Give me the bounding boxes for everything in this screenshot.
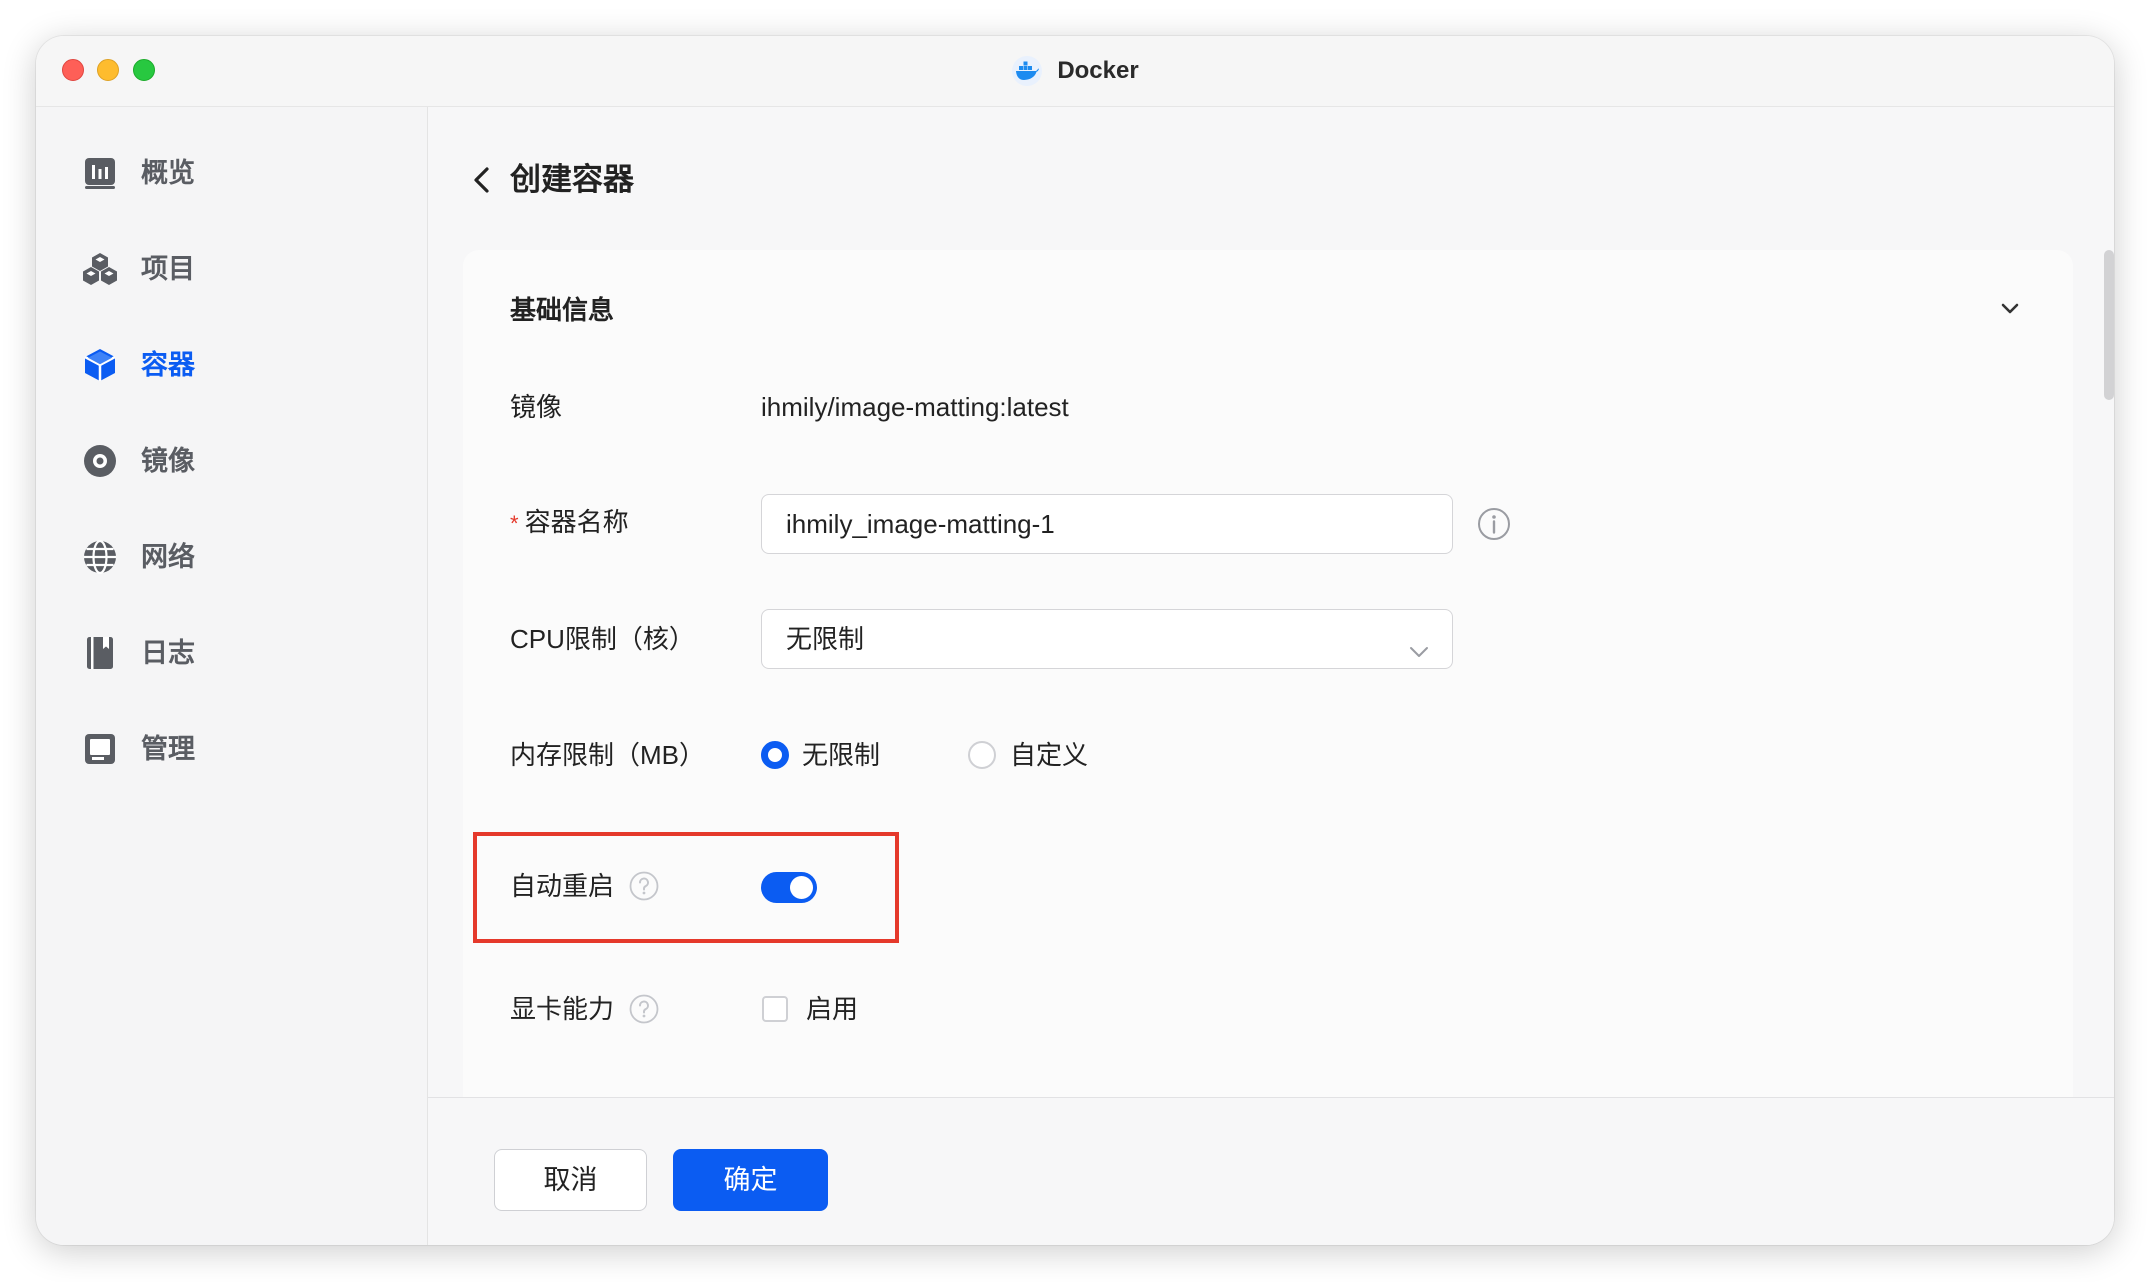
required-mark: * [510,511,519,536]
sidebar: 概览 项目 容器 镜像 网络 日志 管理 [36,107,428,1245]
info-icon[interactable] [1476,506,1512,542]
sidebar-item-container[interactable]: 容器 [76,335,386,395]
docker-icon [1011,55,1043,87]
log-icon [82,635,118,671]
sidebar-item-overview[interactable]: 概览 [76,143,386,203]
sidebar-item-label: 容器 [141,350,195,380]
sidebar-item-image[interactable]: 镜像 [76,431,386,491]
gpu-enable-label[interactable]: 启用 [806,989,858,1029]
footer-bar: 取消 确定 [428,1097,2114,1245]
page-title: 创建容器 [510,162,634,197]
sidebar-item-manage[interactable]: 管理 [76,719,386,779]
main-content: 创建容器 基础信息 镜像 ihmily/image-matting:latest… [428,107,2114,1245]
chevron-down-icon [1406,627,1432,657]
container-name-label-text: 容器名称 [524,507,629,537]
sidebar-item-project[interactable]: 项目 [76,239,386,299]
cancel-button[interactable]: 取消 [494,1149,647,1211]
sidebar-item-network[interactable]: 网络 [76,527,386,587]
image-icon [82,443,118,479]
highlight-box [473,832,899,943]
image-value: ihmily/image-matting:latest [761,392,1069,422]
sidebar-item-label: 镜像 [141,446,195,476]
app-window: Docker 概览 项目 容器 镜像 网络 日志 管理 创建容器 基础信息 镜像… [36,36,2114,1245]
sidebar-item-label: 概览 [141,158,195,188]
memory-limit-label: 内存限制（MB） [510,740,706,770]
sidebar-item-log[interactable]: 日志 [76,623,386,683]
cpu-limit-select[interactable]: 无限制 [761,609,1453,669]
container-name-label: * 容器名称 [510,502,629,542]
memory-unlimited-label[interactable]: 无限制 [802,735,880,775]
help-icon[interactable] [628,993,660,1025]
project-icon [82,251,118,287]
title-bar: Docker [36,36,2114,107]
chevron-down-icon[interactable] [1996,295,2024,323]
confirm-button[interactable]: 确定 [673,1149,828,1211]
back-arrow-icon[interactable] [464,162,500,198]
memory-custom-label[interactable]: 自定义 [1010,735,1088,775]
manage-icon [82,731,118,767]
sidebar-item-label: 管理 [141,734,195,764]
memory-unlimited-radio[interactable] [761,741,789,769]
scrollbar-thumb[interactable] [2104,250,2114,400]
image-label: 镜像 [510,392,563,422]
overview-icon [82,155,118,191]
container-icon [82,347,118,383]
window-title-text: Docker [1057,57,1139,84]
cpu-limit-label: CPU限制（核） [510,624,695,654]
network-icon [82,539,118,575]
sidebar-item-label: 日志 [141,638,195,668]
gpu-capability-label: 显卡能力 [510,994,615,1024]
form-card [463,250,2073,1110]
sidebar-item-label: 网络 [141,542,195,572]
container-name-input[interactable]: ihmily_image-matting-1 [761,494,1453,554]
window-title: Docker [36,36,2114,106]
sidebar-item-label: 项目 [141,254,195,284]
memory-custom-radio[interactable] [968,741,996,769]
gpu-enable-checkbox[interactable] [762,996,788,1022]
cpu-limit-selected-value: 无限制 [786,624,865,654]
section-title[interactable]: 基础信息 [510,290,614,330]
